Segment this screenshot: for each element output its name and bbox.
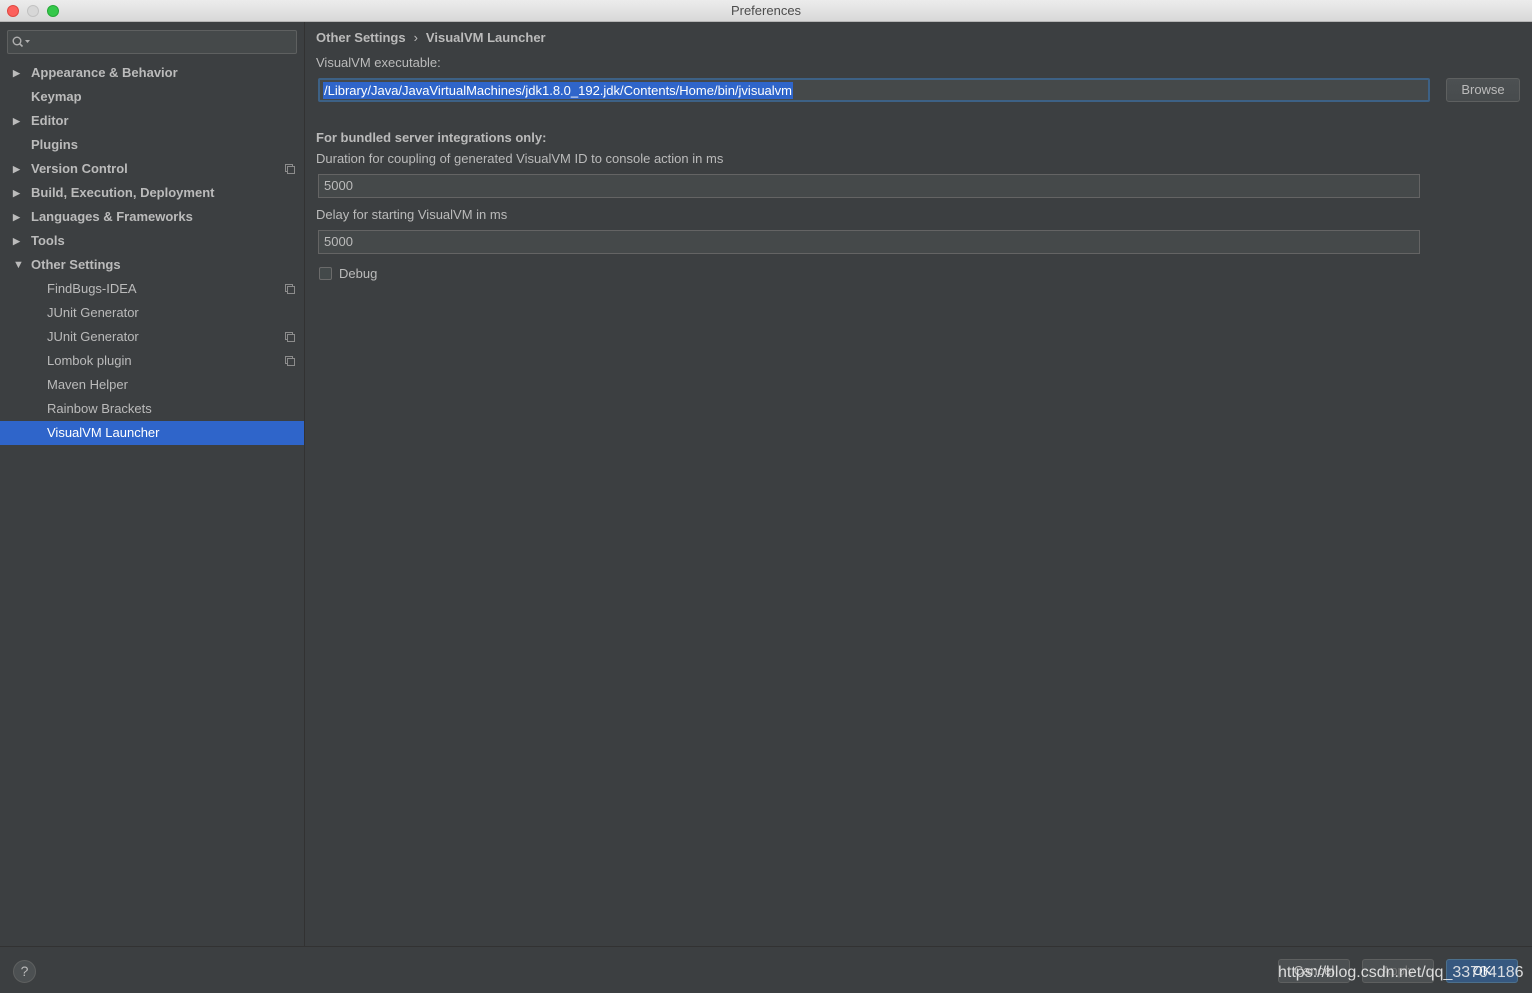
delay-input[interactable]: 5000 [318,230,1420,254]
breadcrumb: Other Settings › VisualVM Launcher [316,30,546,45]
sidebar-item-lombok-plugin[interactable]: Lombok plugin [0,349,304,373]
project-settings-icon [285,164,295,174]
sidebar-item-label: Other Settings [31,257,121,272]
sidebar-item-version-control[interactable]: ▶ Version Control [0,157,304,181]
duration-label: Duration for coupling of generated Visua… [316,151,724,166]
sidebar-item-label: VisualVM Launcher [47,425,160,440]
executable-label: VisualVM executable: [316,55,441,70]
debug-label[interactable]: Debug [339,266,377,281]
sidebar-item-label: JUnit Generator [47,305,139,320]
sidebar-item-label: Tools [31,233,65,248]
settings-sidebar: ▶ Appearance & Behavior Keymap ▶ Editor … [0,22,305,946]
settings-content-panel: Other Settings › VisualVM Launcher VisualV… [305,22,1532,946]
title-bar: Preferences [0,0,1532,22]
project-settings-icon [285,332,295,342]
expand-arrow-icon[interactable]: ▶ [13,181,23,205]
expand-arrow-icon[interactable]: ▶ [13,109,23,133]
sidebar-item-label: Languages & Frameworks [31,209,193,224]
project-settings-icon [285,284,295,294]
sidebar-item-findbugs-idea[interactable]: FindBugs-IDEA [0,277,304,301]
help-button[interactable]: ? [13,960,36,983]
search-icon [12,36,30,48]
sidebar-item-keymap[interactable]: Keymap [0,85,304,109]
breadcrumb-separator: › [413,30,418,45]
sidebar-item-label: Appearance & Behavior [31,65,178,80]
sidebar-item-visualvm-launcher[interactable]: VisualVM Launcher [0,421,304,445]
sidebar-item-label: JUnit Generator [47,329,139,344]
sidebar-item-tools[interactable]: ▶ Tools [0,229,304,253]
debug-checkbox[interactable] [319,267,332,280]
visualvm-executable-input[interactable]: /Library/Java/JavaVirtualMachines/jdk1.8… [318,78,1430,102]
sidebar-item-label: Lombok plugin [47,353,132,368]
duration-input[interactable]: 5000 [318,174,1420,198]
expand-arrow-icon[interactable]: ▶ [13,157,23,181]
sidebar-item-label: Version Control [31,161,128,176]
breadcrumb-parent[interactable]: Other Settings [316,30,406,45]
sidebar-item-label: Keymap [31,89,82,104]
executable-path-value[interactable]: /Library/Java/JavaVirtualMachines/jdk1.8… [323,82,793,99]
sidebar-item-junit-generator-project[interactable]: JUnit Generator [0,325,304,349]
settings-tree: ▶ Appearance & Behavior Keymap ▶ Editor … [0,61,304,445]
sidebar-item-label: Plugins [31,137,78,152]
expand-arrow-icon[interactable]: ▶ [13,229,23,253]
sidebar-item-languages-frameworks[interactable]: ▶ Languages & Frameworks [0,205,304,229]
sidebar-item-junit-generator[interactable]: JUnit Generator [0,301,304,325]
bundled-server-heading: For bundled server integrations only: [316,130,547,145]
delay-label: Delay for starting VisualVM in ms [316,207,508,222]
window-title: Preferences [730,3,802,18]
sidebar-item-label: FindBugs-IDEA [47,281,137,296]
sidebar-item-other-settings[interactable]: ▼ Other Settings [0,253,304,277]
sidebar-item-rainbow-brackets[interactable]: Rainbow Brackets [0,397,304,421]
sidebar-item-label: Editor [31,113,69,128]
sidebar-item-build-execution-deployment[interactable]: ▶ Build, Execution, Deployment [0,181,304,205]
collapse-arrow-icon[interactable]: ▼ [13,253,24,277]
expand-arrow-icon[interactable]: ▶ [13,61,23,85]
preferences-window: Preferences ▶ Appearance & Behavior Keym… [0,0,1532,993]
sidebar-item-label: Maven Helper [47,377,128,392]
expand-arrow-icon[interactable]: ▶ [13,205,23,229]
sidebar-item-maven-helper[interactable]: Maven Helper [0,373,304,397]
settings-search-input[interactable] [7,30,297,54]
sidebar-item-editor[interactable]: ▶ Editor [0,109,304,133]
sidebar-item-appearance-behavior[interactable]: ▶ Appearance & Behavior [0,61,304,85]
sidebar-item-label: Build, Execution, Deployment [31,185,215,200]
dialog-footer: ? Cancel Apply OK https://blog.csdn.net/… [0,946,1532,993]
sidebar-item-label: Rainbow Brackets [47,401,152,416]
watermark-text: https://blog.csdn.net/qq_33704186 [1278,964,1524,981]
breadcrumb-current: VisualVM Launcher [425,30,546,45]
browse-button[interactable]: Browse [1446,78,1520,102]
sidebar-item-plugins[interactable]: Plugins [0,133,304,157]
project-settings-icon [285,356,295,366]
